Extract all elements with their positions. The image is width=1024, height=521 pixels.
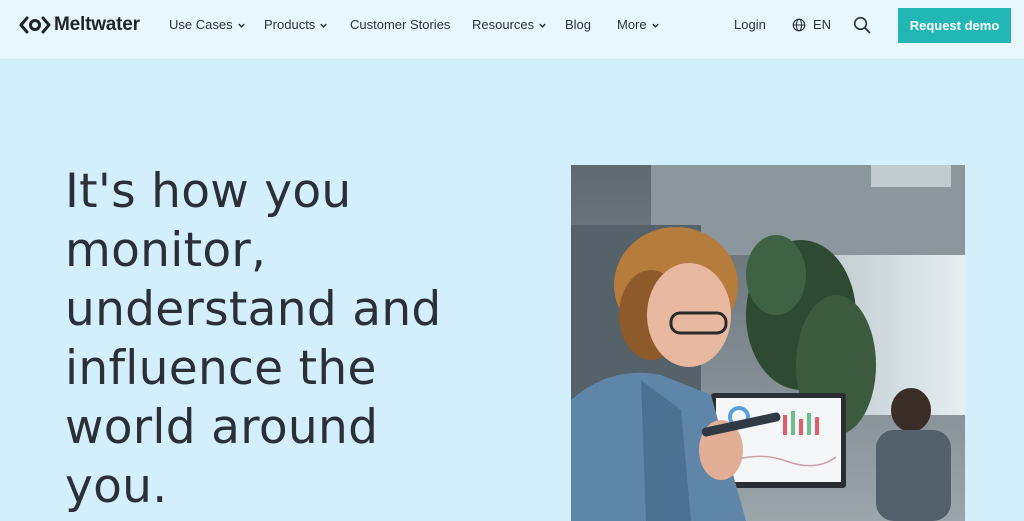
nav-use-cases[interactable]: Use Cases — [169, 17, 246, 32]
request-demo-button[interactable]: Request demo — [898, 8, 1011, 43]
meltwater-logo-icon — [19, 16, 51, 34]
hero-headline: It's how you monitor, understand and inf… — [65, 162, 545, 516]
headline-line: monitor, — [65, 223, 267, 278]
nav-products[interactable]: Products — [264, 17, 328, 32]
headline-line: influence the — [65, 341, 377, 396]
chevron-down-icon — [651, 23, 659, 28]
hero-photo — [571, 165, 965, 521]
language-selector[interactable]: EN — [792, 17, 831, 32]
nav-products-label: Products — [264, 17, 316, 32]
chevron-down-icon — [320, 23, 328, 28]
headline-line: you. — [65, 459, 168, 514]
nav-use-cases-label: Use Cases — [169, 17, 233, 32]
headline-line: world around — [65, 400, 379, 455]
globe-icon — [792, 18, 806, 31]
nav-blog-label: Blog — [565, 17, 592, 32]
headline-line: understand and — [65, 282, 442, 337]
brand-name: Meltwater — [54, 14, 140, 35]
nav-blog[interactable]: Blog — [565, 17, 591, 32]
nav-customer-stories-label: Customer Stories — [350, 17, 451, 32]
chevron-down-icon — [539, 23, 546, 28]
nav-more-label: More — [617, 17, 647, 32]
hero-photo-illustration — [571, 165, 965, 521]
nav-customer-stories[interactable]: Customer Stories — [350, 17, 450, 32]
search-icon[interactable] — [853, 16, 871, 34]
login-link[interactable]: Login — [734, 17, 766, 32]
nav-resources[interactable]: Resources — [472, 17, 547, 32]
headline-line: It's how you — [65, 164, 352, 219]
nav-more[interactable]: More — [617, 17, 660, 32]
nav-resources-label: Resources — [472, 17, 535, 32]
meltwater-logo[interactable]: Meltwater — [19, 14, 140, 36]
site-header: Meltwater Use Cases Products Customer St… — [0, 0, 1024, 60]
chevron-down-icon — [237, 23, 245, 28]
language-label: EN — [813, 17, 832, 32]
login-label: Login — [734, 17, 766, 32]
